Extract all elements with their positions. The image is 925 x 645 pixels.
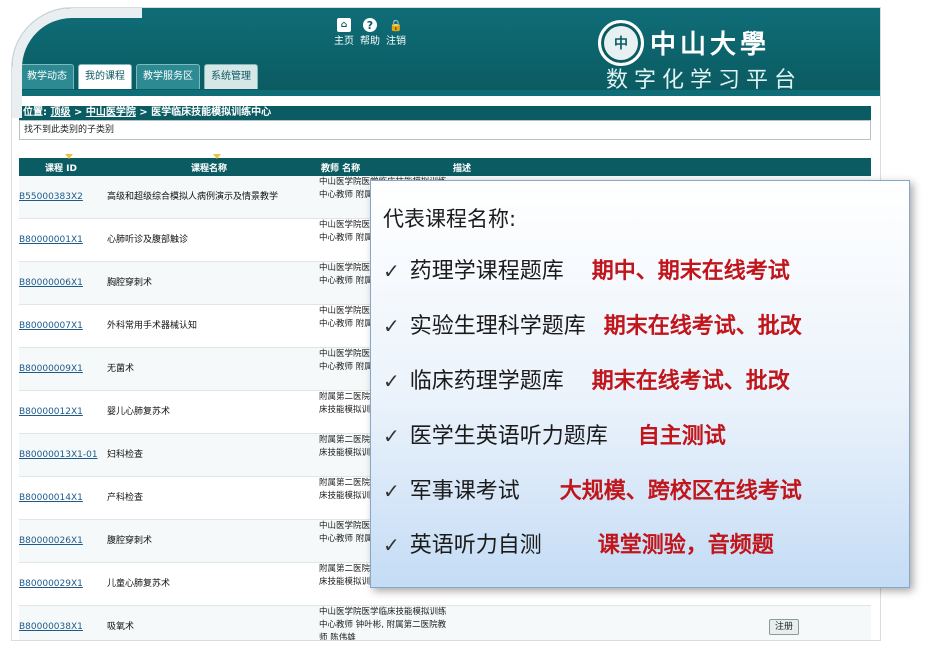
representative-courses-callout: 代表课程名称: ✓ 药理学课程题库 期中、期末在线考试 ✓ 实验生理科学题库 期末在线考… [370, 180, 910, 588]
course-table-header: 课程 ID 课程名称 教师 名称 描述 [19, 154, 871, 176]
course-id-link[interactable]: B80000007X1 [19, 305, 109, 347]
callout-item-name: 军事课考试 [409, 479, 520, 504]
check-icon: ✓ [383, 369, 400, 393]
breadcrumb: 位置: 顶级 > 中山医学院 > 医学临床技能模拟训练中心 [19, 106, 871, 120]
course-name: 吸氧术 [107, 622, 135, 632]
header-stripe [12, 90, 880, 96]
course-id-link[interactable]: B80000038X1 [19, 606, 109, 640]
callout-item-note: 大规模、跨校区在线考试 [559, 479, 802, 504]
tab-system-admin[interactable]: 系统管理 [204, 64, 258, 89]
course-name: 心肺听诊及腹部触诊 [107, 235, 189, 245]
check-icon: ✓ [383, 259, 400, 283]
tab-teaching-service[interactable]: 教学服务区 [136, 64, 200, 89]
course-name: 外科常用手术器械认知 [107, 321, 198, 331]
course-name: 妇科检查 [107, 450, 144, 460]
page-corner-decoration [12, 8, 142, 118]
register-button[interactable]: 注册 [769, 619, 800, 635]
course-name: 无菌术 [107, 364, 135, 374]
course-id-link[interactable]: B80000026X1 [19, 520, 109, 562]
callout-item: ✓ 军事课考试 大规模、跨校区在线考试 [383, 473, 802, 505]
course-id-link[interactable]: B80000001X1 [19, 219, 109, 261]
home-link[interactable]: ⌂ 主页 [334, 18, 354, 47]
course-name: 胸腔穿刺术 [107, 278, 153, 288]
course-name: 儿童心肺复苏术 [107, 579, 171, 589]
sort-arrow-icon[interactable] [213, 154, 221, 159]
callout-item-name: 药理学课程题库 [409, 259, 564, 284]
university-name: 中山大學 [650, 30, 771, 60]
home-label: 主页 [334, 36, 354, 47]
course-name: 婴儿心肺复苏术 [107, 407, 171, 417]
course-id-link[interactable]: B80000009X1 [19, 348, 109, 390]
callout-item: ✓ 英语听力自测 课堂测验，音频题 [383, 527, 774, 559]
help-link[interactable]: ? 帮助 [360, 18, 380, 47]
callout-item: ✓ 临床药理学题库 期末在线考试、批改 [383, 363, 790, 395]
no-subcategory-notice: 找不到此类别的子类别 [19, 120, 871, 140]
course-teacher: 中山医学院医学临床技能模拟训练中心教师 钟叶彬, 附属第二医院教师 陈伟雄 [319, 607, 447, 640]
logout-link[interactable]: 🔒 注销 [386, 18, 406, 48]
course-id-link[interactable]: B80000006X1 [19, 262, 109, 304]
callout-item-note: 期中、期末在线考试 [591, 259, 790, 284]
course-id-link[interactable]: B80000013X1-01 [19, 434, 109, 476]
course-id-link[interactable]: B80000029X1 [19, 563, 109, 605]
course-name: 腹腔穿刺术 [107, 536, 153, 546]
callout-item-note: 期末在线考试、批改 [603, 314, 802, 339]
check-icon: ✓ [383, 314, 400, 338]
check-icon: ✓ [383, 533, 400, 557]
column-header-id[interactable]: 课程 ID [45, 161, 77, 174]
check-icon: ✓ [383, 479, 400, 503]
header-toolbar: ⌂ 主页 ? 帮助 🔒 注销 [334, 18, 406, 47]
logout-label: 注销 [386, 36, 406, 47]
column-header-teacher[interactable]: 教师 名称 [321, 161, 360, 174]
callout-title: 代表课程名称: [383, 207, 517, 231]
university-logo: 中 中山大學 数字化学习平台 [592, 14, 872, 93]
sort-arrow-icon[interactable] [65, 154, 73, 159]
course-id-link[interactable]: B80000014X1 [19, 477, 109, 519]
course-name: 高级和超级综合模拟人病例演示及情景教学 [107, 192, 279, 202]
breadcrumb-current: 医学临床技能模拟训练中心 [151, 107, 272, 118]
seal-icon: 中 [598, 20, 644, 66]
callout-item: ✓ 医学生英语听力题库 自主测试 [383, 418, 726, 450]
check-icon: ✓ [383, 424, 400, 448]
callout-item: ✓ 实验生理科学题库 期末在线考试、批改 [383, 308, 802, 340]
callout-item-name: 临床药理学题库 [409, 369, 564, 394]
site-header: ⌂ 主页 ? 帮助 🔒 注销 中 中山大學 数字化学习平台 教学动态 我的课程 … [12, 8, 880, 93]
callout-item-note: 课堂测验，音频题 [597, 533, 774, 558]
lock-icon: 🔒 [389, 18, 403, 32]
help-icon: ? [363, 18, 377, 32]
column-header-name[interactable]: 课程名称 [191, 161, 227, 174]
course-id-link[interactable]: B55000383X2 [19, 176, 109, 218]
callout-item-name: 实验生理科学题库 [409, 314, 586, 339]
table-row: B80000038X1 吸氧术 中山医学院医学临床技能模拟训练中心教师 钟叶彬,… [19, 606, 871, 640]
callout-item-name: 医学生英语听力题库 [409, 424, 608, 449]
course-id-link[interactable]: B80000012X1 [19, 391, 109, 433]
callout-item-name: 英语听力自测 [409, 533, 542, 558]
callout-item-note: 自主测试 [637, 424, 726, 449]
callout-item-note: 期末在线考试、批改 [591, 369, 790, 394]
home-icon: ⌂ [337, 18, 351, 32]
column-header-desc: 描述 [453, 164, 472, 174]
help-label: 帮助 [360, 36, 380, 47]
course-name: 产科检查 [107, 493, 144, 503]
callout-item: ✓ 药理学课程题库 期中、期末在线考试 [383, 253, 790, 285]
